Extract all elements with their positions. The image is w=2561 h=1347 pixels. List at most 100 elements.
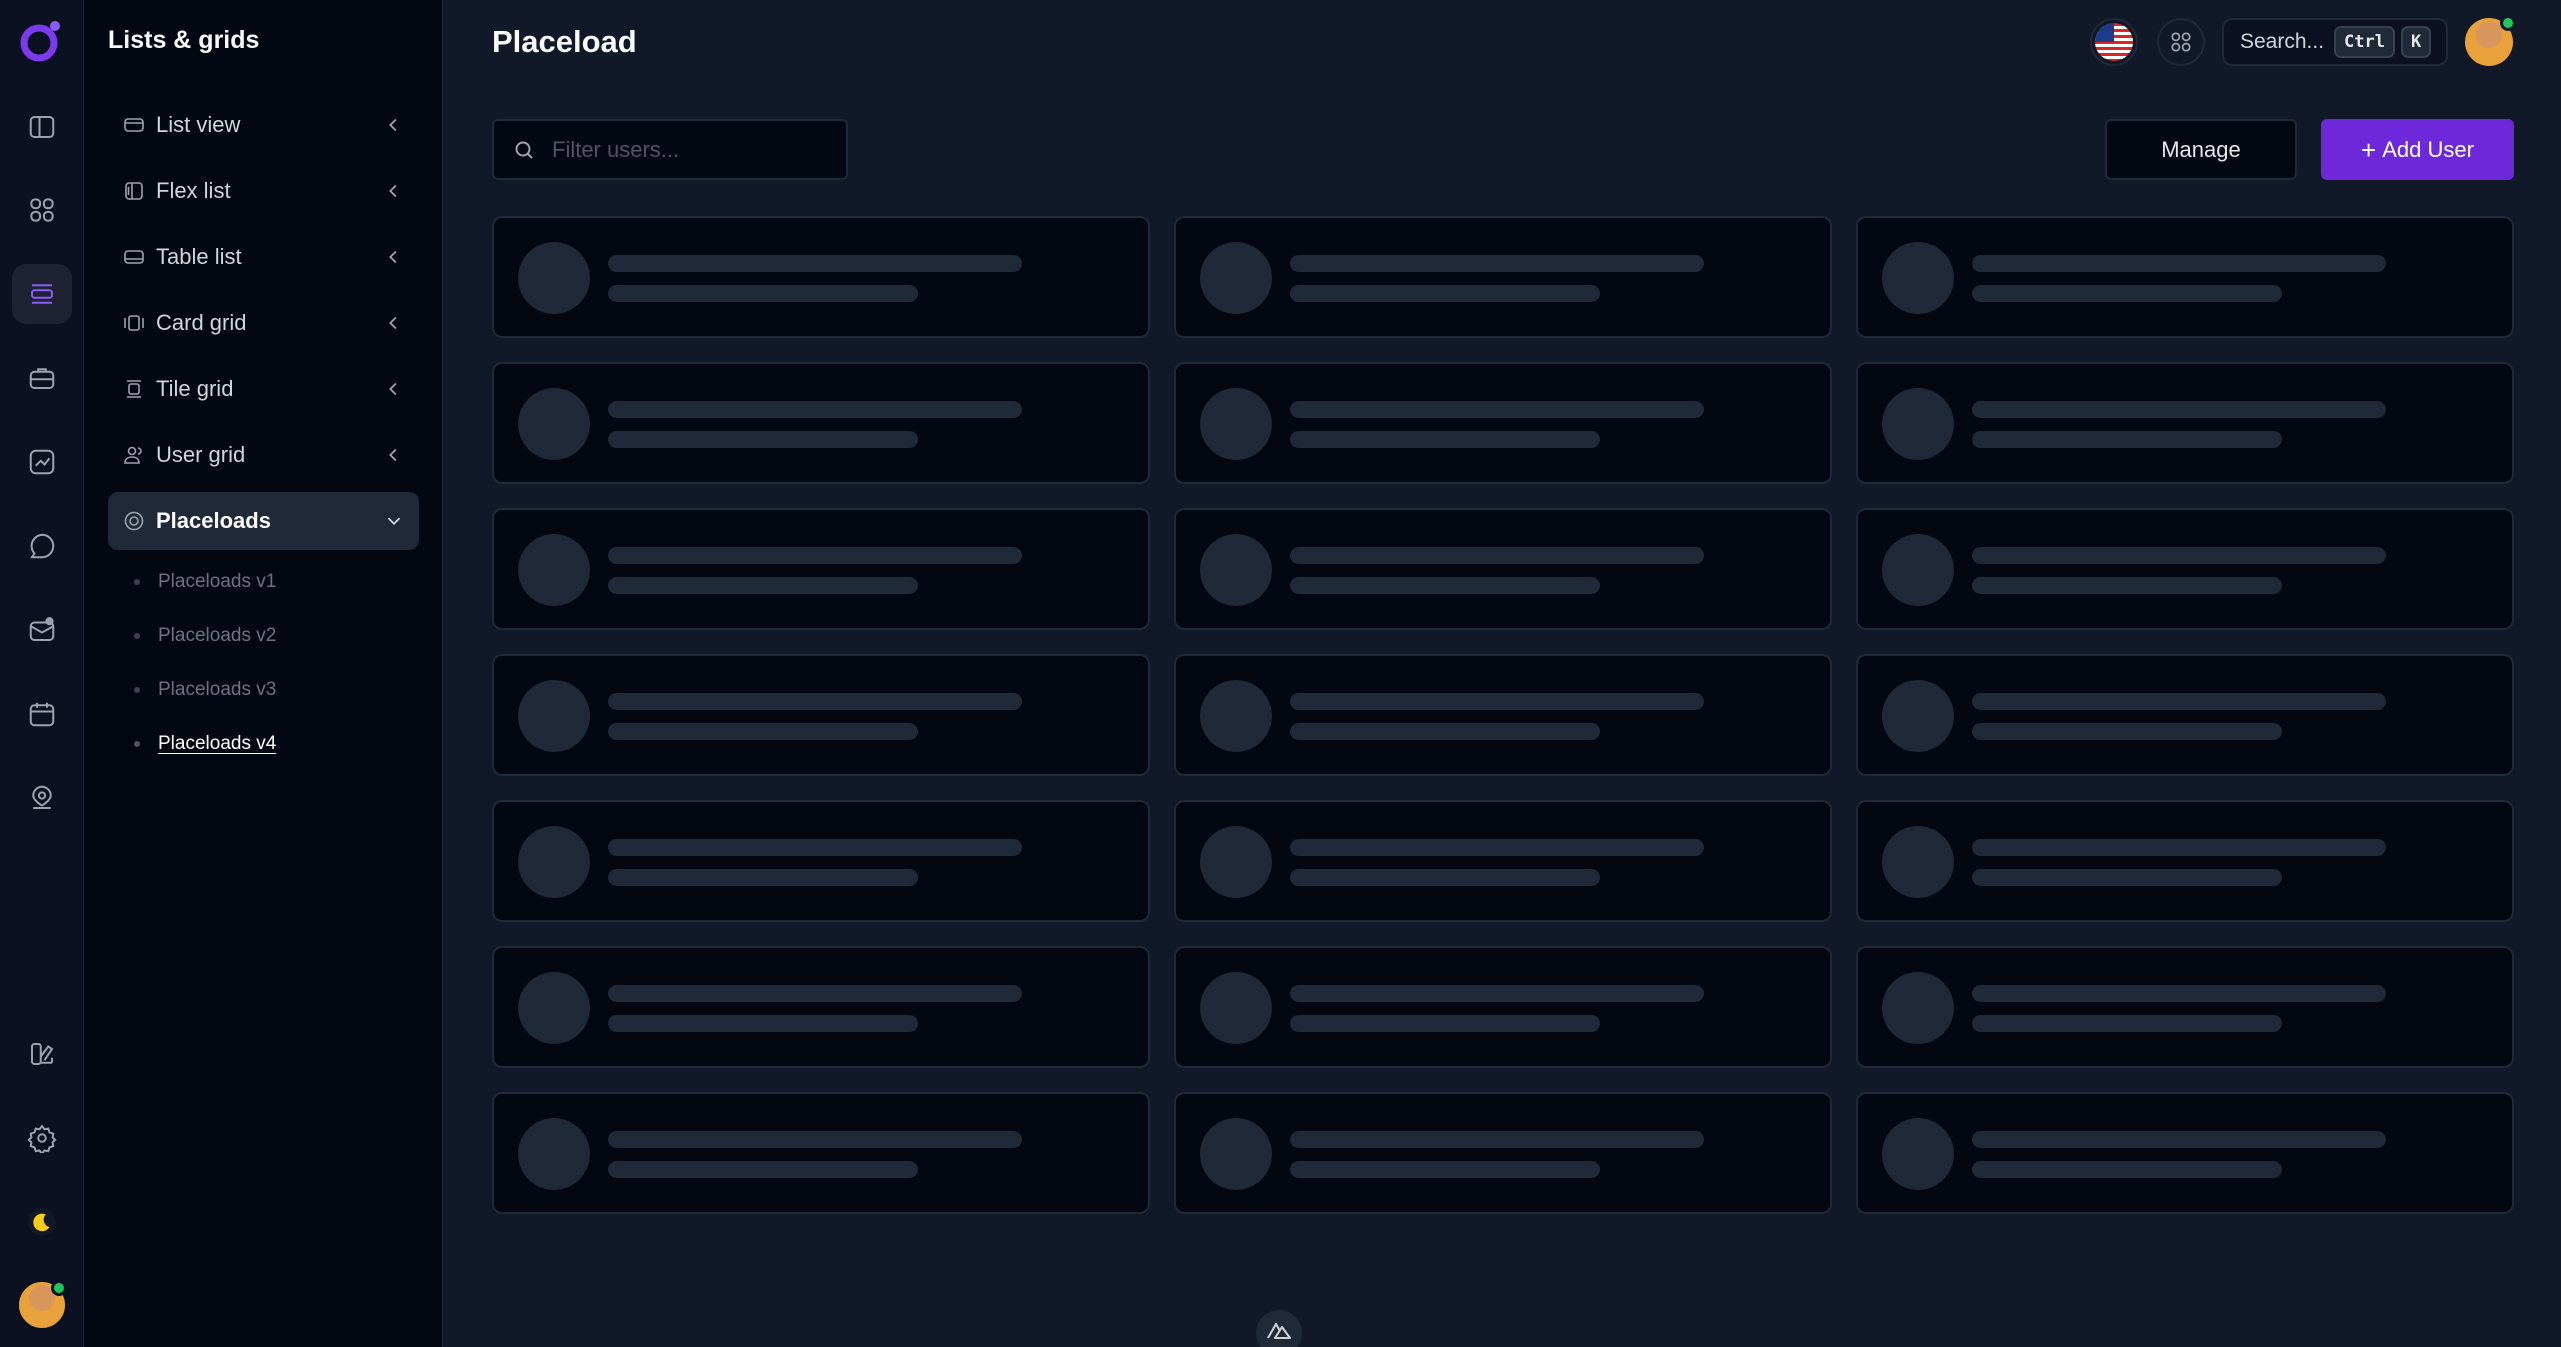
avatar-placeholder (518, 1118, 590, 1190)
calendar-icon[interactable] (12, 684, 72, 744)
avatar-placeholder (1200, 388, 1272, 460)
page-title: Placeload (492, 24, 637, 59)
shortcut-key-k: K (2401, 26, 2432, 58)
subtitle-placeholder (1972, 1161, 2282, 1178)
placeload-card (492, 216, 1150, 338)
moon-icon[interactable] (12, 1192, 72, 1252)
placeload-card (492, 362, 1150, 484)
sidebar-panel: Lists & grids List view Flex list Table … (84, 0, 443, 1347)
online-status-dot (2500, 15, 2516, 31)
subtitle-placeholder (1972, 285, 2282, 302)
chevron-left-icon (383, 246, 405, 268)
chevron-left-icon (383, 444, 405, 466)
placeload-card (1856, 946, 2514, 1068)
grid-icon[interactable] (12, 180, 72, 240)
search-label: Search... (2240, 30, 2325, 53)
bullet-icon (134, 579, 140, 585)
subtitle-placeholder (608, 1015, 918, 1032)
chat-icon[interactable] (12, 516, 72, 576)
title-placeholder (1972, 401, 2386, 418)
briefcase-icon[interactable] (12, 348, 72, 408)
flex-list-icon (122, 179, 146, 203)
placeload-card (1174, 508, 1832, 630)
placeload-card (1856, 362, 2514, 484)
subtitle-placeholder (608, 577, 918, 594)
sidebar-subitem-placeloads-v4[interactable]: Placeloads v4 (134, 727, 276, 761)
sidebar-item-list-view[interactable]: List view (108, 96, 419, 154)
sidebar-item-user-grid[interactable]: User grid (108, 426, 419, 484)
sidebar-item-placeloads[interactable]: Placeloads (108, 492, 419, 550)
avatar-placeholder (1882, 972, 1954, 1044)
avatar-placeholder (518, 534, 590, 606)
subtitle-placeholder (1290, 431, 1600, 448)
gear-icon[interactable] (12, 1108, 72, 1168)
language-button[interactable] (2090, 18, 2138, 66)
chart-icon[interactable] (12, 432, 72, 492)
filter-users-input[interactable] (552, 136, 842, 163)
placeload-card (1856, 1092, 2514, 1214)
placeload-card (492, 654, 1150, 776)
add-user-button[interactable]: + Add User (2321, 119, 2514, 180)
title-placeholder (608, 255, 1022, 272)
sidebar-title: Lists & grids (108, 26, 260, 54)
avatar-placeholder (1200, 1118, 1272, 1190)
sidebar-item-label: Tile grid (156, 376, 234, 401)
placeload-card (492, 1092, 1150, 1214)
sidebar-subitem-placeloads-v1[interactable]: Placeloads v1 (134, 565, 276, 599)
sidebar-layout-icon[interactable] (12, 97, 72, 157)
avatar-placeholder (1200, 972, 1272, 1044)
placeload-card (1856, 800, 2514, 922)
list-view-icon (122, 113, 146, 137)
avatar-placeholder (1882, 534, 1954, 606)
placeload-card (1856, 508, 2514, 630)
title-placeholder (1290, 255, 1704, 272)
sidebar-subitem-placeloads-v3[interactable]: Placeloads v3 (134, 673, 276, 707)
subtitle-placeholder (608, 1161, 918, 1178)
apps-grid-icon (2168, 29, 2194, 55)
chevron-left-icon (383, 312, 405, 334)
sidebar-item-card-grid[interactable]: Card grid (108, 294, 419, 352)
subtitle-placeholder (608, 723, 918, 740)
title-placeholder (1290, 839, 1704, 856)
app-logo-icon[interactable] (17, 17, 65, 65)
list-icon[interactable] (12, 264, 72, 324)
user-avatar[interactable] (2465, 15, 2516, 66)
avatar-placeholder (1200, 534, 1272, 606)
search-button[interactable]: Search... Ctrl K (2222, 18, 2448, 66)
table-list-icon (122, 245, 146, 269)
online-status-dot (51, 1280, 67, 1296)
chevron-left-icon (383, 180, 405, 202)
apps-button[interactable] (2157, 18, 2205, 66)
us-flag-icon (2095, 23, 2133, 61)
avatar-placeholder (1200, 242, 1272, 314)
title-placeholder (608, 547, 1022, 564)
map-pin-icon[interactable] (12, 768, 72, 828)
placeload-card (492, 800, 1150, 922)
avatar[interactable] (17, 1280, 67, 1330)
palette-icon[interactable] (12, 1024, 72, 1084)
mail-icon[interactable] (12, 600, 72, 660)
chevron-left-icon (383, 378, 405, 400)
placeload-card (1174, 946, 1832, 1068)
sidebar-subitem-label: Placeloads v1 (158, 571, 277, 592)
avatar-placeholder (1200, 826, 1272, 898)
sidebar-item-flex-list[interactable]: Flex list (108, 162, 419, 220)
filter-users-field[interactable] (492, 119, 848, 180)
sidebar-item-table-list[interactable]: Table list (108, 228, 419, 286)
title-placeholder (1972, 985, 2386, 1002)
avatar-placeholder (1882, 680, 1954, 752)
subtitle-placeholder (608, 431, 918, 448)
title-placeholder (1972, 1131, 2386, 1148)
shortcut-key-ctrl: Ctrl (2334, 26, 2395, 58)
placeload-card (1174, 654, 1832, 776)
manage-button[interactable]: Manage (2105, 119, 2297, 180)
sidebar-item-tile-grid[interactable]: Tile grid (108, 360, 419, 418)
users-icon (122, 443, 146, 467)
sidebar-subitem-label: Placeloads v2 (158, 625, 277, 646)
chevron-left-icon (383, 114, 405, 136)
subtitle-placeholder (1972, 869, 2282, 886)
sidebar-item-label: User grid (156, 442, 246, 467)
avatar-placeholder (518, 388, 590, 460)
nuxt-devtools-button[interactable] (1256, 1310, 1302, 1347)
sidebar-subitem-placeloads-v2[interactable]: Placeloads v2 (134, 619, 276, 653)
